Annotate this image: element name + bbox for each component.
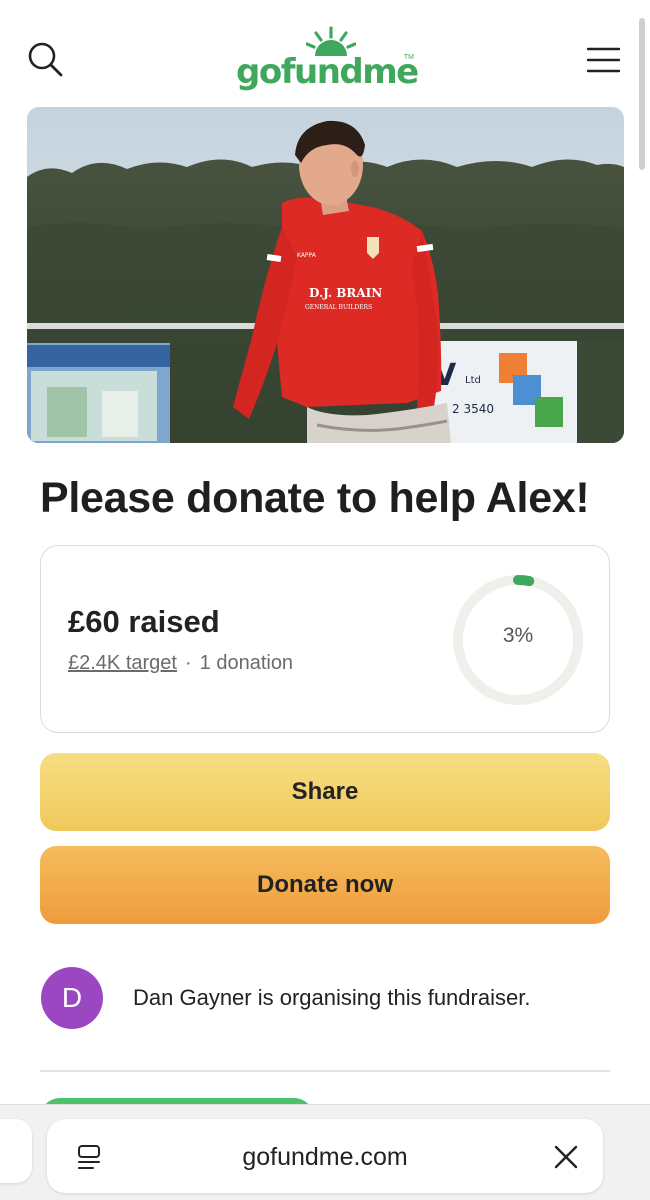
section-divider: [40, 1070, 610, 1072]
svg-text:2 3540: 2 3540: [452, 402, 494, 416]
amount-raised: £60 raised: [68, 604, 220, 639]
donation-count: 1 donation: [199, 652, 294, 674]
svg-text:Ltd: Ltd: [465, 375, 481, 386]
previous-tab[interactable]: [0, 1119, 32, 1183]
donation-progress-card: £60 raised £2.4K target · 1 donation 3%: [40, 545, 610, 733]
hero-image: V Ltd 2 3540 D.J. BRAIN GENERAL BUILDERS: [27, 107, 624, 443]
progress-meta: £2.4K target · 1 donation: [68, 652, 293, 675]
page-scrollbar[interactable]: [639, 18, 645, 170]
page: gofundme TM V Ltd 2 3540 D.J. BRAIN GENE…: [0, 0, 650, 1200]
address-bar[interactable]: gofundme.com: [47, 1119, 603, 1193]
organiser-avatar[interactable]: D: [41, 967, 103, 1029]
donate-now-button[interactable]: Donate now: [40, 846, 610, 924]
browser-toolbar: gofundme.com: [0, 1104, 650, 1200]
campaign-title: Please donate to help Alex!: [40, 474, 590, 522]
svg-text:D.J. BRAIN: D.J. BRAIN: [309, 286, 382, 300]
meta-separator: ·: [184, 652, 192, 674]
logo-wordmark: gofundme: [236, 52, 419, 92]
hamburger-menu-icon[interactable]: [584, 44, 624, 76]
search-icon[interactable]: [26, 40, 66, 80]
target-link[interactable]: £2.4K target: [68, 652, 177, 674]
site-header: gofundme TM: [0, 0, 650, 100]
logo-trademark: TM: [403, 54, 414, 61]
gofundme-logo[interactable]: gofundme TM: [236, 26, 419, 92]
progress-percent: 3%: [502, 624, 534, 647]
svg-text:KAPPA: KAPPA: [297, 252, 317, 259]
organiser-text: Dan Gayner is organising this fundraiser…: [133, 985, 531, 1010]
url-text: gofundme.com: [242, 1143, 408, 1171]
svg-text:GENERAL BUILDERS: GENERAL BUILDERS: [305, 304, 372, 311]
close-icon[interactable]: [551, 1142, 581, 1172]
share-button[interactable]: Share: [40, 753, 610, 831]
